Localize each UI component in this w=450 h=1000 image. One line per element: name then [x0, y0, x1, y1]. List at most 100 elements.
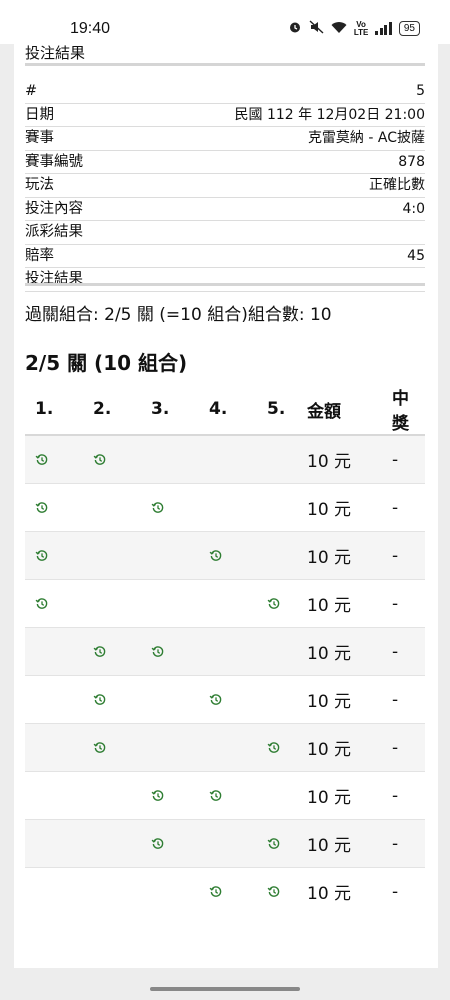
detail-label: 投注內容 — [25, 197, 119, 221]
leg-cell — [141, 867, 199, 915]
detail-label: 派彩結果 — [25, 220, 119, 245]
combo-summary: 過關組合: 2/5 關 (=10 組合)組合數: 10 — [25, 305, 332, 325]
amount-cell: 10 元 — [307, 867, 392, 915]
leg-cell — [25, 627, 83, 676]
status-time: 19:40 — [70, 20, 111, 37]
leg-cell — [141, 627, 199, 676]
clock-history-icon — [151, 498, 165, 518]
leg-cell — [257, 771, 307, 820]
divider-bottom — [25, 283, 425, 286]
leg-cell — [257, 867, 307, 915]
detail-label: 賠率 — [25, 244, 119, 268]
clock-history-icon — [151, 834, 165, 854]
col-win: 中獎 — [392, 384, 425, 436]
leg-cell — [83, 675, 141, 724]
leg-cell — [25, 531, 83, 580]
leg-cell — [25, 771, 83, 820]
clock-history-icon — [35, 450, 49, 470]
detail-value: 45 — [118, 244, 425, 268]
win-cell: - — [392, 819, 425, 868]
clock-history-icon — [267, 882, 281, 902]
detail-value — [118, 220, 425, 245]
leg-cell — [141, 819, 199, 868]
leg-cell — [25, 867, 83, 915]
win-cell: - — [392, 579, 425, 628]
parlay-header-row: 1. 2. 3. 4. 5. 金額 中獎 — [25, 384, 425, 436]
win-cell: - — [392, 771, 425, 820]
combination-row: 10 元- — [25, 819, 425, 868]
leg-cell — [199, 867, 257, 915]
col-amount: 金額 — [307, 384, 392, 436]
leg-cell — [199, 483, 257, 532]
leg-cell — [83, 627, 141, 676]
detail-value: 4:0 — [118, 197, 425, 221]
clock-history-icon — [35, 594, 49, 614]
detail-value: 正確比數 — [118, 173, 425, 198]
leg-cell — [199, 675, 257, 724]
combination-row: 10 元- — [25, 867, 425, 915]
leg-cell — [83, 483, 141, 532]
leg-cell — [257, 675, 307, 724]
clock-history-icon — [209, 882, 223, 902]
clock-history-icon — [151, 786, 165, 806]
leg-cell — [257, 723, 307, 772]
combination-row: 10 元- — [25, 531, 425, 580]
leg-cell — [83, 867, 141, 915]
leg-cell — [199, 819, 257, 868]
detail-label: 日期 — [25, 103, 119, 127]
combination-row: 10 元- — [25, 771, 425, 820]
signal-icon — [375, 22, 392, 35]
divider-top — [25, 63, 425, 66]
battery-level: 95 — [403, 23, 415, 34]
detail-value: 5 — [118, 80, 425, 104]
wifi-icon — [331, 21, 347, 37]
detail-row: 賽事編號 878 — [25, 150, 425, 174]
clock-history-icon — [209, 786, 223, 806]
alarm-icon — [288, 20, 302, 37]
leg-cell — [257, 819, 307, 868]
clock-history-icon — [267, 594, 281, 614]
status-icons: Vo LTE 95 — [288, 20, 420, 37]
bet-detail-card: 投注結果 #5 日期 民國 112 年 12月02日 21:00 賽事 克雷莫納 - A… — [14, 44, 438, 968]
clock-history-icon — [93, 738, 107, 758]
leg-cell — [83, 819, 141, 868]
win-cell: - — [392, 627, 425, 676]
leg-cell — [257, 579, 307, 628]
clock-history-icon — [35, 546, 49, 566]
leg-cell — [25, 819, 83, 868]
battery-icon: 95 — [398, 21, 420, 36]
leg-cell — [141, 434, 199, 484]
clock-history-icon — [93, 690, 107, 710]
parlay-combinations-table: 1. 2. 3. 4. 5. 金額 中獎 10 元 -10 元 -10 元 -10 元… — [25, 384, 425, 915]
leg-cell — [83, 771, 141, 820]
leg-cell — [83, 579, 141, 628]
leg-cell — [199, 434, 257, 484]
amount-cell: 10 元 — [307, 723, 392, 772]
volte-bottom-text: LTE — [353, 27, 369, 37]
leg-cell — [83, 531, 141, 580]
win-cell: - — [392, 675, 425, 724]
col-leg-3: 3. — [141, 384, 199, 436]
col-leg-1: 1. — [25, 384, 83, 436]
home-indicator[interactable] — [150, 987, 300, 991]
amount-cell: 10 元 — [307, 819, 392, 868]
clock-history-icon — [209, 546, 223, 566]
amount-cell: 10 元 — [307, 675, 392, 724]
detail-row: 賠率 45 — [25, 244, 425, 268]
win-cell: - — [392, 483, 425, 532]
amount-cell: 10 元 — [307, 579, 392, 628]
detail-label: 賽事編號 — [25, 150, 119, 174]
mute-icon — [309, 20, 324, 37]
leg-cell — [141, 531, 199, 580]
leg-cell — [257, 483, 307, 532]
leg-cell — [25, 675, 83, 724]
leg-cell — [83, 434, 141, 484]
section-title: 2/5 關 (10 組合) — [25, 351, 188, 375]
col-leg-4: 4. — [199, 384, 257, 436]
leg-cell — [199, 627, 257, 676]
leg-cell — [25, 483, 83, 532]
detail-row: 日期 民國 112 年 12月02日 21:00 — [25, 103, 425, 127]
col-leg-2: 2. — [83, 384, 141, 436]
detail-label: 投注結果 — [25, 267, 119, 292]
clock-history-icon — [267, 738, 281, 758]
